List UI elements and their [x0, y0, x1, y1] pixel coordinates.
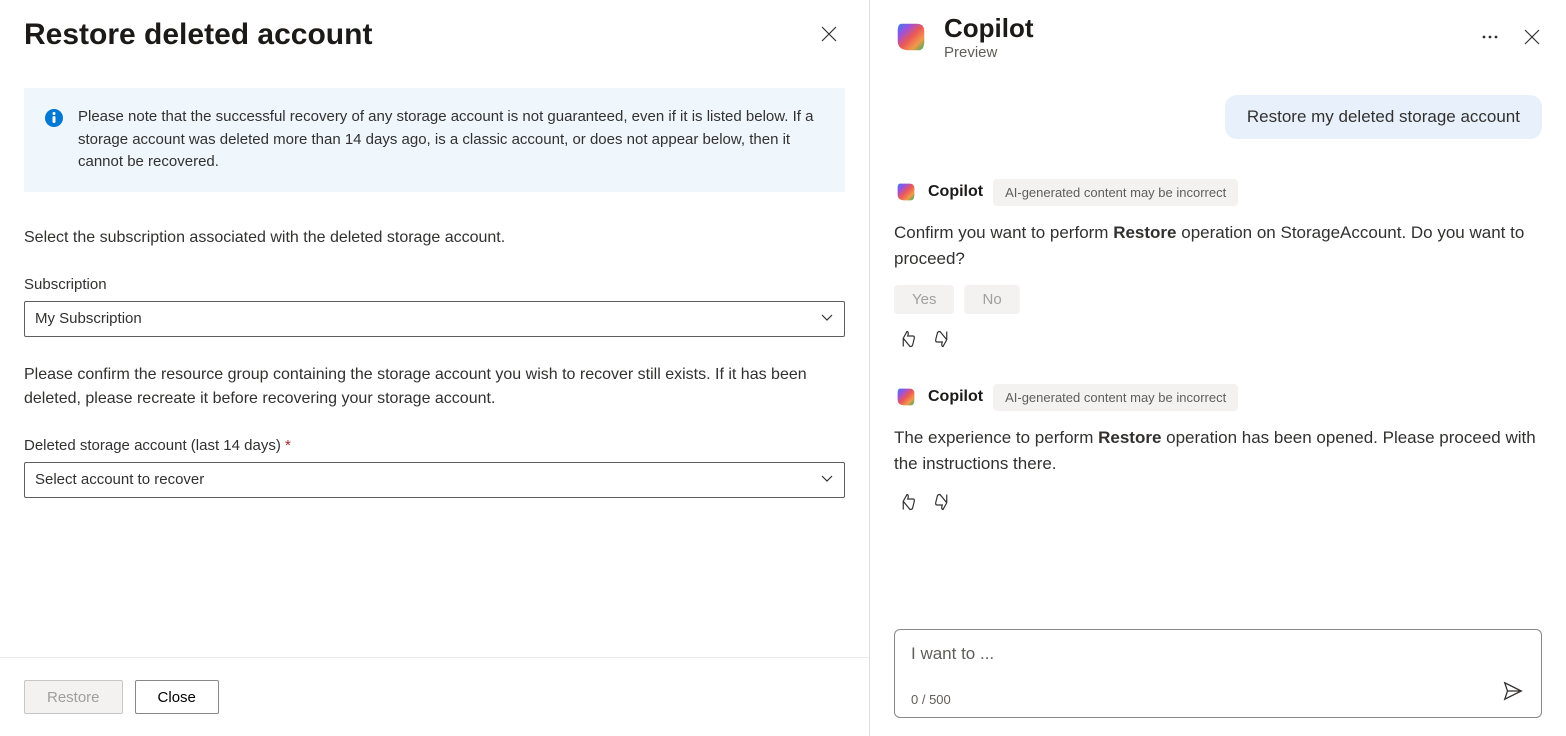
info-icon	[44, 108, 64, 128]
more-icon[interactable]	[1474, 21, 1506, 53]
copilot-message-2: The experience to perform Restore operat…	[894, 425, 1542, 478]
info-banner: Please note that the successful recovery…	[24, 88, 845, 192]
ai-disclaimer-badge: AI-generated content may be incorrect	[993, 179, 1238, 206]
thumbs-down-icon[interactable]	[930, 326, 956, 352]
chat-input[interactable]	[911, 644, 1525, 664]
instruction-account: Please confirm the resource group contai…	[24, 363, 845, 411]
send-icon[interactable]	[1497, 675, 1529, 707]
restore-button: Restore	[24, 680, 123, 714]
copilot-title: Copilot	[944, 14, 1460, 44]
copilot-name: Copilot	[928, 183, 983, 201]
required-asterisk: *	[285, 437, 291, 454]
copilot-panel: Copilot Preview Restore my deleted stora…	[870, 0, 1566, 736]
chat-input-area: 0 / 500	[894, 629, 1542, 718]
chevron-down-icon	[820, 471, 834, 489]
thumbs-down-icon[interactable]	[930, 489, 956, 515]
no-button: No	[964, 285, 1019, 314]
copilot-response-1: Copilot AI-generated content may be inco…	[894, 179, 1542, 352]
account-value: Select account to recover	[35, 471, 204, 488]
account-select[interactable]: Select account to recover	[24, 462, 845, 498]
subscription-label: Subscription	[24, 276, 845, 293]
user-message: Restore my deleted storage account	[1225, 95, 1542, 139]
copilot-logo-icon	[894, 385, 918, 409]
copilot-logo-icon	[894, 180, 918, 204]
close-icon[interactable]	[813, 18, 845, 50]
thumbs-up-icon[interactable]	[894, 489, 920, 515]
restore-dialog: Restore deleted account Please note that…	[0, 0, 870, 736]
dialog-title: Restore deleted account	[24, 18, 372, 52]
yes-button: Yes	[894, 285, 954, 314]
close-copilot-icon[interactable]	[1516, 21, 1548, 53]
subscription-select[interactable]: My Subscription	[24, 301, 845, 337]
close-button[interactable]: Close	[135, 680, 219, 714]
copilot-logo-icon	[892, 18, 930, 56]
instruction-subscription: Select the subscription associated with …	[24, 226, 845, 250]
chat-area: Restore my deleted storage account Copil…	[888, 75, 1548, 621]
subscription-value: My Subscription	[35, 310, 142, 327]
copilot-response-2: Copilot AI-generated content may be inco…	[894, 384, 1542, 516]
char-count: 0 / 500	[911, 692, 1525, 707]
chevron-down-icon	[820, 310, 834, 328]
dialog-footer: Restore Close	[0, 657, 869, 736]
ai-disclaimer-badge: AI-generated content may be incorrect	[993, 384, 1238, 411]
copilot-name: Copilot	[928, 388, 983, 406]
thumbs-up-icon[interactable]	[894, 326, 920, 352]
account-label: Deleted storage account (last 14 days) *	[24, 437, 845, 454]
copilot-message-1: Confirm you want to perform Restore oper…	[894, 220, 1542, 273]
info-text: Please note that the successful recovery…	[78, 106, 825, 174]
copilot-subtitle: Preview	[944, 44, 1460, 61]
